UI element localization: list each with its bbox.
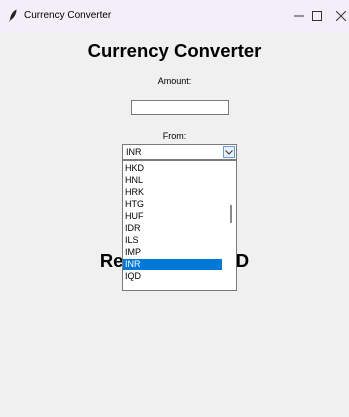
dropdown-item[interactable]: IDR xyxy=(123,223,222,234)
close-button[interactable] xyxy=(327,4,349,28)
from-currency-select[interactable]: INR xyxy=(122,144,237,160)
dropdown-item[interactable]: IMP xyxy=(123,247,222,258)
title-bar: Currency Converter xyxy=(0,0,349,33)
maximize-icon xyxy=(312,11,322,21)
scrollbar-thumb[interactable] xyxy=(230,205,232,223)
currency-dropdown-list[interactable]: HKD HNL HRK HTG HUF IDR ILS IMP INR IQD xyxy=(122,160,237,291)
chevron-down-icon xyxy=(225,149,233,155)
dropdown-toggle[interactable] xyxy=(223,146,235,158)
page-title: Currency Converter xyxy=(87,40,262,61)
window-title: Currency Converter xyxy=(24,10,112,21)
dropdown-item[interactable]: IQD xyxy=(123,271,222,282)
dropdown-item[interactable]: HNL xyxy=(123,175,222,186)
dropdown-item-selected[interactable]: INR xyxy=(123,259,222,270)
result-text-left: Re xyxy=(99,250,124,271)
amount-label: Amount: xyxy=(157,76,192,86)
from-currency-value: INR xyxy=(126,147,142,157)
dropdown-item[interactable]: HRK xyxy=(123,187,222,198)
dropdown-item[interactable]: ILS xyxy=(123,235,222,246)
dropdown-item[interactable]: HUF xyxy=(123,211,222,222)
feather-icon xyxy=(9,9,17,23)
amount-input[interactable] xyxy=(131,100,229,115)
dropdown-item[interactable]: HKD xyxy=(123,163,222,174)
close-icon xyxy=(336,11,346,21)
dropdown-item[interactable]: HTG xyxy=(123,199,222,210)
from-label: From: xyxy=(162,131,187,141)
